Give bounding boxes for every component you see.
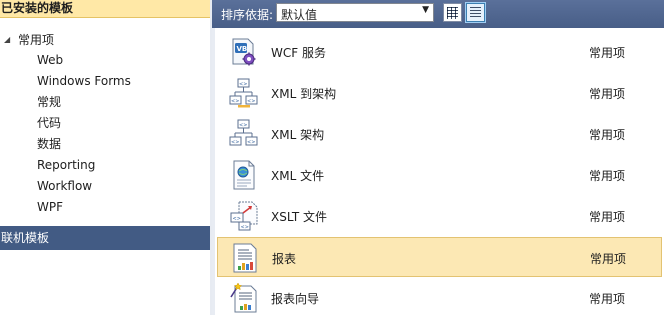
svg-text:<>: <>	[241, 225, 249, 231]
template-row-report-wizard[interactable]: 报表向导 常用项	[217, 278, 662, 318]
template-row-xml-to-schema[interactable]: <> <> <> XML 到架构 常用项	[217, 73, 662, 113]
template-name: WCF 服务	[271, 46, 326, 60]
svg-text:<>: <>	[231, 140, 239, 146]
small-icons-view-icon	[447, 6, 458, 19]
online-templates-header[interactable]: 联机模板	[0, 226, 210, 250]
template-row-wcf-service[interactable]: VB WCF 服务 常用项	[217, 32, 662, 72]
template-category: 常用项	[589, 128, 626, 142]
template-row-xml-file[interactable]: XML 文件 常用项	[217, 155, 662, 195]
tree-item-windows-forms[interactable]: Windows Forms	[37, 72, 131, 91]
template-name: 报表向导	[271, 292, 320, 306]
svg-text:<>: <>	[239, 123, 247, 129]
sort-by-label: 排序依据:	[221, 8, 274, 22]
svg-text:<>: <>	[233, 216, 241, 222]
template-row-report[interactable]: 报表 常用项	[217, 237, 662, 277]
template-name: XML 架构	[271, 128, 325, 142]
sort-toolbar: 排序依据: 默认值 ▼	[212, 0, 664, 28]
svg-text:<>: <>	[247, 140, 255, 146]
template-name: 报表	[272, 252, 297, 266]
svg-text:<>: <>	[231, 99, 239, 105]
template-row-xslt-file[interactable]: <> <> XSLT 文件 常用项	[217, 196, 662, 236]
template-name: XML 文件	[271, 169, 325, 183]
list-left-border	[212, 28, 215, 315]
template-name: XSLT 文件	[271, 210, 328, 224]
wcf-service-icon: VB	[232, 38, 256, 66]
template-list: VB WCF 服务 常用项 <> <> <> XML 到架构 常用项 <> <>…	[212, 28, 664, 315]
template-category: 常用项	[589, 292, 626, 306]
dropdown-arrow-icon[interactable]: ▼	[422, 5, 429, 15]
xml-to-schema-icon: <> <> <>	[229, 78, 258, 108]
tree-item-wpf[interactable]: WPF	[37, 198, 63, 217]
svg-text:VB: VB	[237, 45, 248, 53]
template-category: 常用项	[589, 87, 626, 101]
template-categories-pane: 已安装的模板 ◢ 常用项 Web Windows Forms 常规 代码 数据 …	[0, 0, 212, 315]
tree-item-code[interactable]: 代码	[37, 114, 61, 133]
medium-icons-view-icon	[470, 6, 481, 19]
tree-item-workflow[interactable]: Workflow	[37, 177, 92, 196]
small-icons-view-button[interactable]	[443, 3, 462, 22]
xml-file-icon	[233, 160, 255, 190]
report-wizard-icon	[230, 283, 257, 313]
tree-node-common-items[interactable]: ◢ 常用项	[0, 30, 54, 49]
report-icon	[233, 243, 257, 273]
xml-schema-icon: <> <> <>	[229, 119, 258, 146]
tree-item-reporting[interactable]: Reporting	[37, 156, 95, 175]
template-category: 常用项	[589, 169, 626, 183]
tree-item-data[interactable]: 数据	[37, 135, 61, 154]
template-category: 常用项	[589, 210, 626, 224]
installed-templates-header[interactable]: 已安装的模板	[0, 0, 210, 18]
sort-by-value: 默认值	[281, 8, 318, 22]
xslt-file-icon: <> <>	[230, 201, 258, 231]
svg-text:<>: <>	[247, 99, 255, 105]
template-row-xml-schema[interactable]: <> <> <> XML 架构 常用项	[217, 114, 662, 154]
svg-text:<>: <>	[239, 82, 247, 88]
tree-expander-icon[interactable]: ◢	[4, 35, 16, 44]
tree-node-label[interactable]: 常用项	[18, 31, 54, 48]
tree-item-web[interactable]: Web	[37, 51, 63, 70]
medium-icons-view-button[interactable]	[466, 3, 485, 22]
template-category: 常用项	[589, 46, 626, 60]
template-name: XML 到架构	[271, 87, 337, 101]
sort-by-dropdown[interactable]: 默认值 ▼	[276, 3, 434, 22]
template-category: 常用项	[590, 252, 627, 266]
tree-item-general[interactable]: 常规	[37, 93, 61, 112]
